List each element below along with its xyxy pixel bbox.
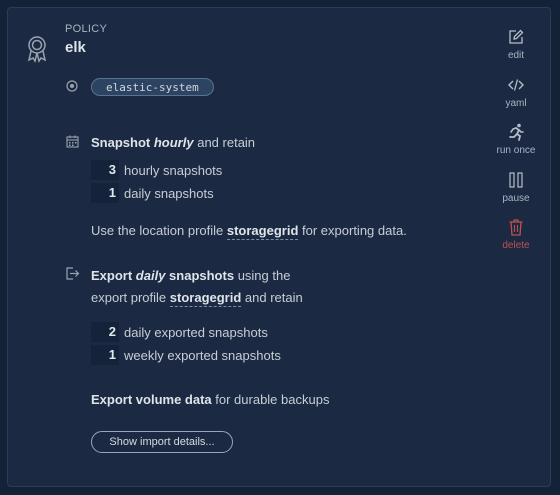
- pause-button[interactable]: pause: [486, 170, 546, 204]
- export-volume-rest: for durable backups: [215, 392, 330, 407]
- location-profile-link[interactable]: storagegrid: [226, 223, 299, 240]
- location-prefix: Use the location profile: [91, 223, 224, 238]
- export-using: using the: [237, 268, 291, 283]
- edit-label: edit: [507, 50, 525, 61]
- edit-icon: [486, 27, 546, 47]
- export-profile-link[interactable]: storagegrid: [169, 290, 242, 307]
- running-person-icon: [486, 122, 546, 142]
- retention-label: daily snapshots: [124, 186, 214, 201]
- snapshot-suffix: and retain: [197, 135, 256, 150]
- calendar-icon: [66, 135, 79, 148]
- snapshot-prefix: Snapshot: [91, 135, 151, 150]
- run-once-button[interactable]: run once: [486, 122, 546, 156]
- yaml-button[interactable]: yaml: [486, 75, 546, 109]
- policy-label: POLICY: [65, 23, 108, 35]
- export-profile-prefix: export profile: [91, 290, 167, 305]
- policy-name: elk: [65, 39, 86, 56]
- delete-button[interactable]: delete: [486, 217, 546, 251]
- export-heading: Export daily snapshots using the: [91, 268, 290, 283]
- pause-icon: [486, 170, 546, 190]
- retention-count: 3: [91, 160, 119, 180]
- export-retention-label: weekly exported snapshots: [124, 348, 281, 363]
- location-suffix: for exporting data.: [302, 223, 407, 238]
- export-snapshots-word: snapshots: [169, 268, 235, 283]
- export-profile-line: export profile storagegrid and retain: [91, 290, 303, 307]
- show-import-details-button[interactable]: Show import details...: [91, 431, 233, 453]
- award-ribbon-icon: [26, 35, 48, 63]
- export-profile-suffix: and retain: [244, 290, 303, 305]
- snapshot-frequency: hourly: [153, 135, 194, 150]
- delete-label: delete: [502, 240, 530, 251]
- location-profile-line: Use the location profile storagegrid for…: [91, 223, 407, 240]
- export-retention-count: 1: [91, 345, 119, 365]
- retention-label: hourly snapshots: [124, 163, 223, 178]
- namespace-icon: [66, 80, 78, 92]
- pause-label: pause: [502, 193, 530, 204]
- export-volume-bold: Export volume data: [91, 392, 212, 407]
- edit-button[interactable]: edit: [486, 27, 546, 61]
- export-volume-line: Export volume data for durable backups: [91, 392, 329, 407]
- export-icon: [66, 267, 80, 280]
- yaml-label: yaml: [505, 98, 527, 109]
- export-prefix: Export: [91, 268, 133, 283]
- trash-icon: [486, 217, 546, 237]
- export-frequency: daily: [135, 268, 166, 283]
- snapshot-heading: Snapshot hourly and retain: [91, 135, 255, 150]
- export-retention-label: daily exported snapshots: [124, 325, 268, 340]
- export-retention-count: 2: [91, 322, 119, 342]
- run-once-label: run once: [496, 145, 536, 156]
- code-icon: [486, 75, 546, 95]
- namespace-badge: elastic-system: [91, 78, 214, 96]
- retention-count: 1: [91, 183, 119, 203]
- policy-card: POLICY elk elastic-system Snapshot hourl…: [7, 7, 551, 487]
